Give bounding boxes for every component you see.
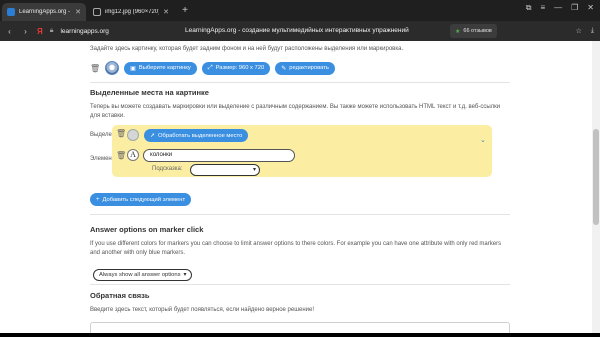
url-domain[interactable]: learningapps.org: [60, 28, 108, 35]
page-content: Задайте здесь картинку, которая будет за…: [0, 41, 592, 337]
answer-options-title: Answer options on marker click: [90, 225, 204, 234]
reviews-count: 66 отзывов: [463, 28, 492, 34]
download-icon[interactable]: ⤓: [591, 27, 594, 35]
image-size-button[interactable]: ⤢ Размер: 960 x 720: [201, 61, 271, 75]
minimize-icon[interactable]: —: [554, 3, 562, 13]
frame-border: [0, 333, 600, 337]
divider: [90, 214, 510, 215]
divider: [90, 82, 510, 83]
resize-icon: ⤢: [207, 64, 213, 71]
browser-tab-bar: LearningApps.org - соз ✕ img12.jpg (960×…: [0, 0, 600, 21]
trash-icon[interactable]: 🗑︎: [116, 151, 126, 160]
lock-icon[interactable]: 🔒︎: [50, 27, 54, 35]
close-window-icon[interactable]: ✕: [587, 3, 594, 13]
star-icon: ★: [455, 28, 461, 35]
forward-icon[interactable]: ›: [21, 27, 30, 36]
choose-image-button[interactable]: ▣ Выберите картинку: [124, 61, 197, 75]
close-tab-icon[interactable]: ✕: [75, 8, 81, 16]
feedback-description: Введите здесь текст, который будет появл…: [90, 307, 315, 313]
trash-icon[interactable]: 🗑︎: [90, 64, 100, 73]
scrollbar-thumb[interactable]: [593, 129, 599, 225]
bookmark-icon[interactable]: ☆: [576, 27, 582, 35]
collections-icon[interactable]: ⧉: [526, 3, 532, 13]
trash-icon[interactable]: 🗑︎: [116, 129, 126, 138]
highlights-title: Выделенные места на картинке: [90, 88, 209, 97]
plus-icon: +: [96, 196, 100, 203]
answer-options-value: Always show all answer options: [99, 272, 181, 278]
add-next-element-button[interactable]: + Добавить следующий элемент: [90, 193, 192, 206]
address-bar-actions: ☆ ⤓: [576, 27, 594, 35]
caret-down-icon: ▾: [252, 167, 256, 173]
background-thumbnail[interactable]: [105, 61, 120, 75]
hint-select[interactable]: ▾: [190, 164, 260, 176]
marker-color-swatch[interactable]: [127, 129, 139, 141]
chevron-down-icon[interactable]: ⌄: [480, 136, 486, 144]
page-title: LearningApps.org - создание мультимедийн…: [185, 27, 409, 34]
restore-icon[interactable]: ❐: [571, 3, 578, 13]
tab-image[interactable]: img12.jpg (960×720) ✕: [88, 3, 174, 21]
cursor-icon: ➚: [150, 133, 156, 139]
hint-label: Подсказка:: [152, 166, 183, 172]
answer-options-select[interactable]: Always show all answer options ▾: [93, 263, 193, 281]
window-controls: ⧉ ≡ — ❐ ✕: [526, 3, 594, 13]
menu-icon[interactable]: ≡: [540, 3, 545, 13]
highlights-description: Теперь вы можете создавать маркировки ил…: [90, 104, 501, 119]
back-icon[interactable]: ‹: [5, 27, 14, 36]
reviews-badge[interactable]: ★ 66 отзывов: [450, 24, 497, 38]
learningapps-favicon-icon: [7, 8, 15, 16]
highlight-item-panel: 🗑︎ ➚ Обработать выделенное место ⌄ 🗑︎ A …: [112, 125, 492, 177]
close-tab-icon[interactable]: ✕: [163, 8, 169, 16]
tab-label: LearningApps.org - соз: [19, 9, 71, 15]
tab-learningapps[interactable]: LearningApps.org - соз ✕: [2, 3, 86, 21]
feedback-title: Обратная связь: [90, 291, 150, 300]
page-scrollbar[interactable]: [592, 41, 600, 337]
address-bar: ‹ › Я 🔒︎ learningapps.org LearningApps.o…: [0, 21, 600, 41]
document-favicon-icon: [93, 8, 101, 16]
process-selection-button[interactable]: ➚ Обработать выделенное место: [144, 129, 249, 142]
background-image-row: 🗑︎ ▣ Выберите картинку ⤢ Размер: 960 x 7…: [90, 61, 335, 75]
edit-image-button[interactable]: ✎ редактировать: [275, 61, 335, 75]
tab-label: img12.jpg (960×720): [105, 9, 160, 15]
image-icon: ▣: [130, 65, 136, 72]
yandex-logo-icon[interactable]: Я: [37, 27, 43, 36]
text-format-icon[interactable]: A: [127, 149, 139, 161]
divider: [90, 284, 510, 285]
new-tab-button[interactable]: +: [178, 4, 192, 18]
caret-down-icon: ▾: [183, 272, 187, 278]
answer-options-description: If you use different colors for markers …: [90, 241, 502, 256]
edit-icon: ✎: [281, 65, 287, 72]
background-hint: Задайте здесь картинку, которая будет за…: [90, 46, 404, 52]
element-text-input[interactable]: колонки: [143, 149, 295, 162]
